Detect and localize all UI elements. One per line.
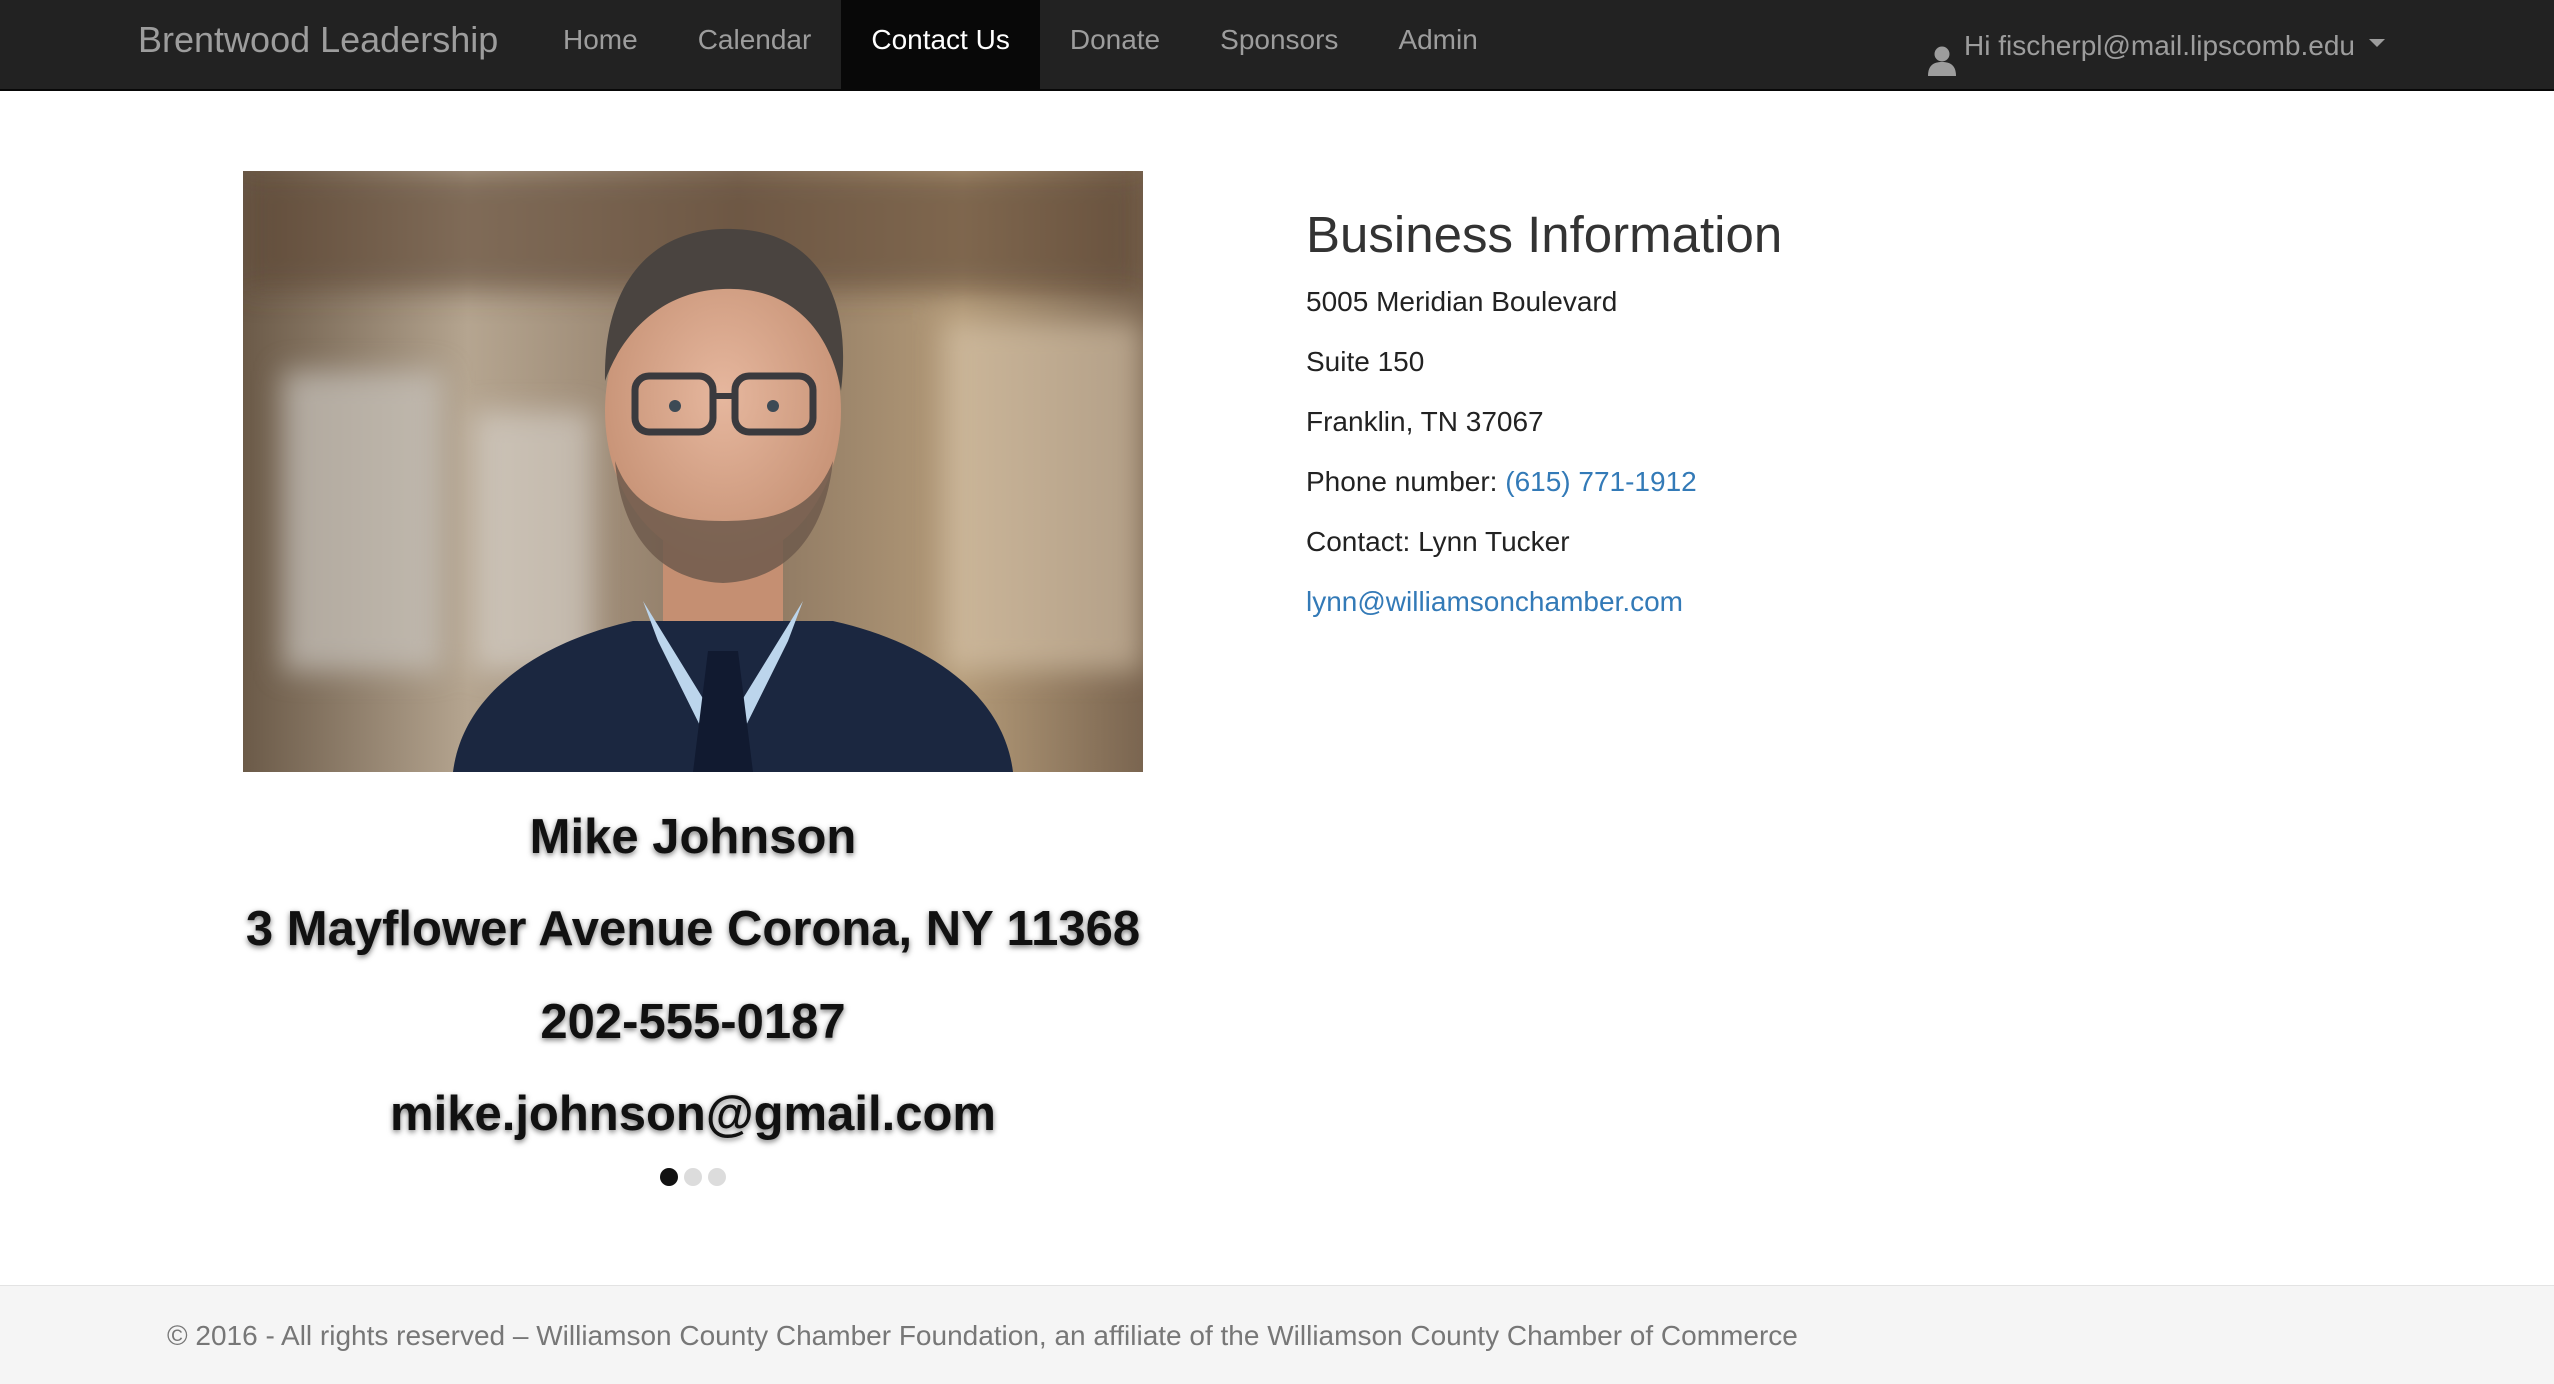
nav-sponsors[interactable]: Sponsors bbox=[1190, 0, 1368, 91]
brand-link[interactable]: Brentwood Leadership bbox=[138, 0, 498, 91]
business-email-line: lynn@williamsonchamber.com bbox=[1306, 582, 2206, 642]
profile-phone: 202-555-0187 bbox=[540, 995, 846, 1049]
nav-donate[interactable]: Donate bbox=[1040, 0, 1190, 91]
profile-name: Mike Johnson bbox=[529, 810, 857, 864]
business-city: Franklin, TN 37067 bbox=[1306, 406, 1544, 437]
contact-name: Lynn Tucker bbox=[1418, 526, 1570, 557]
business-street: 5005 Meridian Boulevard bbox=[1306, 286, 1618, 317]
footer-copyright: © 2016 - All rights reserved – Williamso… bbox=[167, 1320, 1798, 1351]
contact-label: Contact: bbox=[1306, 526, 1419, 557]
user-icon bbox=[1928, 27, 1956, 76]
business-suite: Suite 150 bbox=[1306, 346, 1425, 377]
carousel-indicator-2[interactable] bbox=[684, 1168, 702, 1186]
user-menu-dropdown[interactable]: Hi fischerpl@mail.lipscomb.edu bbox=[1928, 0, 2386, 91]
business-phone-link[interactable]: (615) 771-1912 bbox=[1505, 466, 1696, 497]
phone-label: Phone number: bbox=[1306, 466, 1506, 497]
profile-carousel: Mike Johnson 3 Mayflower Avenue Corona, … bbox=[243, 171, 1143, 1191]
profile-address: 3 Mayflower Avenue Corona, NY 11368 bbox=[245, 902, 1141, 956]
business-phone-line: Phone number: (615) 771-1912 bbox=[1306, 462, 2206, 522]
carousel-indicator-3[interactable] bbox=[708, 1168, 726, 1186]
business-email-link[interactable]: lynn@williamsonchamber.com bbox=[1306, 586, 1683, 617]
page-footer: © 2016 - All rights reserved – Williamso… bbox=[0, 1285, 2554, 1384]
business-contact-line: Contact: Lynn Tucker bbox=[1306, 522, 2206, 582]
business-title: Business Information bbox=[1306, 206, 1783, 263]
nav-calendar[interactable]: Calendar bbox=[668, 0, 842, 91]
user-greeting: Hi fischerpl@mail.lipscomb.edu bbox=[1964, 29, 2356, 61]
main-nav: Home Calendar Contact Us Donate Sponsors… bbox=[533, 0, 1508, 91]
carousel-indicators bbox=[243, 1168, 1143, 1190]
caret-down-icon bbox=[2369, 38, 2386, 47]
carousel-indicator-1[interactable] bbox=[660, 1168, 678, 1186]
nav-admin[interactable]: Admin bbox=[1368, 0, 1507, 91]
nav-home[interactable]: Home bbox=[533, 0, 668, 91]
business-information: Business Information 5005 Meridian Boule… bbox=[1306, 205, 2206, 642]
nav-contact-us[interactable]: Contact Us bbox=[841, 0, 1040, 91]
profile-photo bbox=[243, 171, 1143, 772]
top-navbar: Brentwood Leadership Home Calendar Conta… bbox=[0, 0, 2554, 91]
profile-email: mike.johnson@gmail.com bbox=[390, 1087, 996, 1141]
